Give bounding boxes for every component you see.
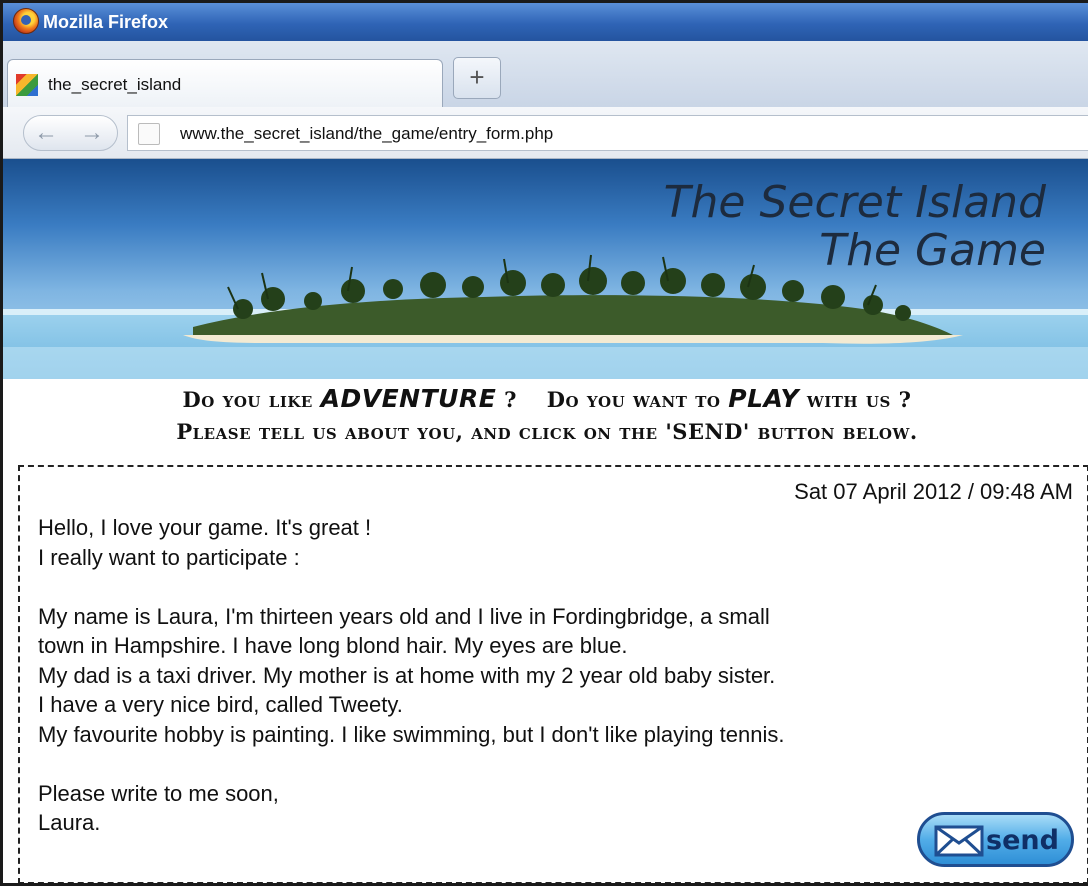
message-line: I really want to participate :	[38, 544, 300, 570]
forward-arrow-icon[interactable]: →	[80, 119, 104, 147]
heading-text-c: Do you want to	[546, 387, 721, 412]
message-line	[38, 572, 1078, 602]
back-forward-group: ← →	[23, 115, 118, 151]
island-banner: The Secret Island The Game	[3, 159, 1088, 379]
new-tab-button[interactable]: +	[453, 57, 501, 99]
window-title: Mozilla Firefox	[43, 12, 169, 32]
tab-the-secret-island[interactable]: the_secret_island	[7, 59, 443, 107]
heading-adventure: ADVENTURE	[320, 384, 497, 413]
message-line: Please write to me soon,	[38, 780, 279, 806]
tab-strip: the_secret_island +	[3, 41, 1088, 107]
message-line: I have a very nice bird, called Tweety.	[38, 692, 403, 717]
message-line: My favourite hobby is painting. I like s…	[38, 721, 785, 747]
browser-window: Mozilla Firefox the_secret_island + ← → …	[0, 0, 1088, 886]
address-bar[interactable]: www.the_secret_island/the_game/entry_for…	[127, 115, 1088, 151]
heading-text-a: Do you like	[182, 387, 313, 412]
envelope-icon	[934, 825, 984, 857]
firefox-logo-icon	[13, 8, 39, 34]
send-button[interactable]: send	[917, 812, 1074, 867]
intro-headings: Do you like ADVENTURE ? Do you want to P…	[3, 379, 1088, 448]
entry-form: Sat 07 April 2012 / 09:48 AM Hello, I lo…	[18, 465, 1088, 883]
date-stamp: Sat 07 April 2012 / 09:48 AM	[794, 479, 1073, 504]
heading-q1: ?	[504, 387, 517, 412]
tab-label: the_secret_island	[48, 75, 182, 94]
message-line: My name is Laura, I'm thirteen years old…	[38, 603, 770, 629]
heading-play: PLAY	[728, 384, 800, 413]
message-textarea[interactable]: Hello, I love your game. It's great ! I …	[38, 513, 1078, 838]
page-icon	[138, 123, 160, 145]
send-label: send	[986, 825, 1059, 856]
message-line: Hello, I love your game. It's great !	[38, 515, 372, 540]
heading-line-1: Do you like ADVENTURE ? Do you want to P…	[3, 383, 1088, 416]
site-favicon-icon	[16, 74, 38, 96]
message-line: town in Hampshire. I have long blond hai…	[38, 633, 628, 658]
banner-title: The Secret Island The Game	[446, 179, 1046, 275]
heading-text-d: with us ?	[806, 387, 912, 412]
back-arrow-icon[interactable]: ←	[34, 119, 58, 147]
navigation-toolbar: ← → www.the_secret_island/the_game/entry…	[3, 107, 1088, 159]
title-bar: Mozilla Firefox	[3, 3, 1088, 41]
heading-line-2: Please tell us about you, and click on t…	[176, 419, 918, 444]
url-text[interactable]: www.the_secret_island/the_game/entry_for…	[180, 124, 553, 144]
banner-title-line1: The Secret Island	[663, 177, 1046, 228]
message-line: My dad is a taxi driver. My mother is at…	[38, 662, 776, 688]
banner-title-line2: The Game	[819, 225, 1046, 276]
message-line	[38, 749, 1078, 779]
